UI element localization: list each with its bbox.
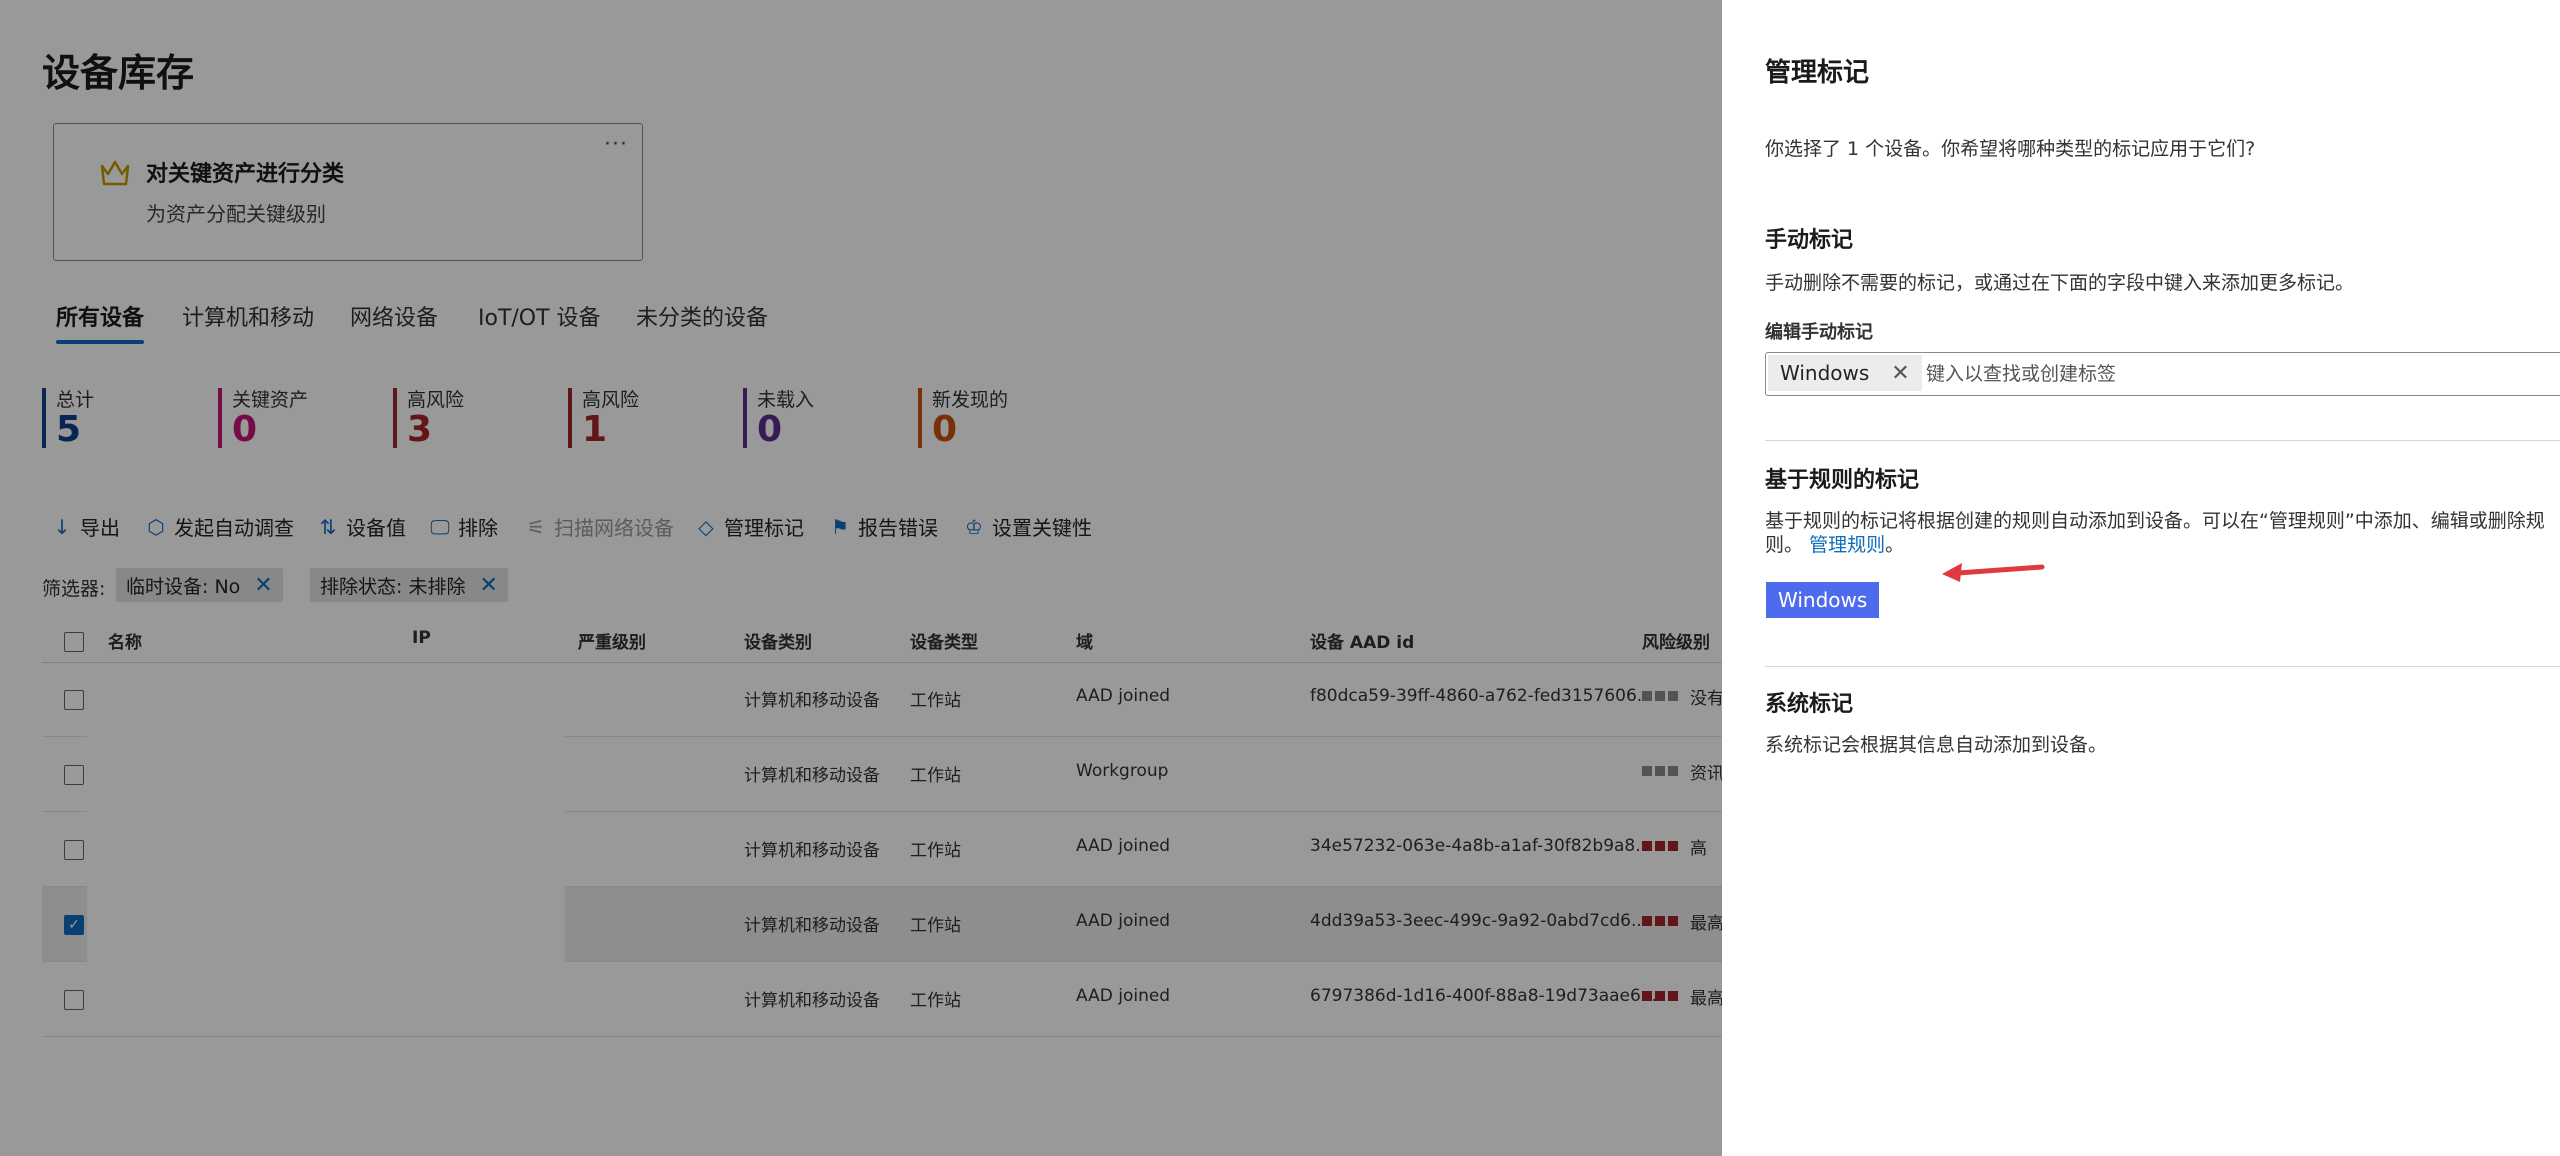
system-tags-heading: 系统标记 bbox=[1765, 692, 1854, 717]
manage-rules-link[interactable]: 管理规则 bbox=[1809, 534, 1885, 556]
text-prefix: 则。 bbox=[1765, 534, 1804, 556]
manual-tags-description: 手动删除不需要的标记，或通过在下面的字段中键入来添加更多标记。 bbox=[1765, 272, 2355, 294]
manage-tags-panel: 管理标记 你选择了 1 个设备。你希望将哪种类型的标记应用于它们? 手动标记 手… bbox=[1722, 0, 2560, 1156]
divider bbox=[1765, 666, 2560, 667]
manual-tags-field[interactable]: Windows ✕ bbox=[1765, 352, 2560, 396]
divider bbox=[1765, 440, 2560, 441]
system-tags-description: 系统标记会根据其信息自动添加到设备。 bbox=[1765, 734, 2108, 756]
panel-intro: 你选择了 1 个设备。你希望将哪种类型的标记应用于它们? bbox=[1765, 138, 2256, 160]
tag-label: Windows bbox=[1780, 361, 1870, 385]
edit-manual-tags-label: 编辑手动标记 bbox=[1765, 322, 1873, 343]
modal-overlay[interactable] bbox=[0, 0, 1722, 1156]
rule-based-tags-heading: 基于规则的标记 bbox=[1765, 468, 1920, 493]
tag-search-input[interactable] bbox=[1924, 355, 2560, 393]
manual-tag-chip[interactable]: Windows ✕ bbox=[1768, 355, 1922, 391]
close-icon[interactable]: ✕ bbox=[1891, 361, 1909, 386]
panel-title: 管理标记 bbox=[1765, 58, 1870, 88]
rule-based-tag-chip: Windows bbox=[1766, 582, 1880, 618]
text-suffix: 。 bbox=[1885, 534, 1905, 556]
rule-based-tags-description-line2: 则。 管理规则。 bbox=[1765, 530, 1904, 557]
manual-tags-heading: 手动标记 bbox=[1765, 228, 1854, 253]
annotation-arrow-icon bbox=[1942, 563, 2045, 582]
rule-based-tags-description: 基于规则的标记将根据创建的规则自动添加到设备。可以在“管理规则”中添加、编辑或删… bbox=[1765, 510, 2545, 532]
